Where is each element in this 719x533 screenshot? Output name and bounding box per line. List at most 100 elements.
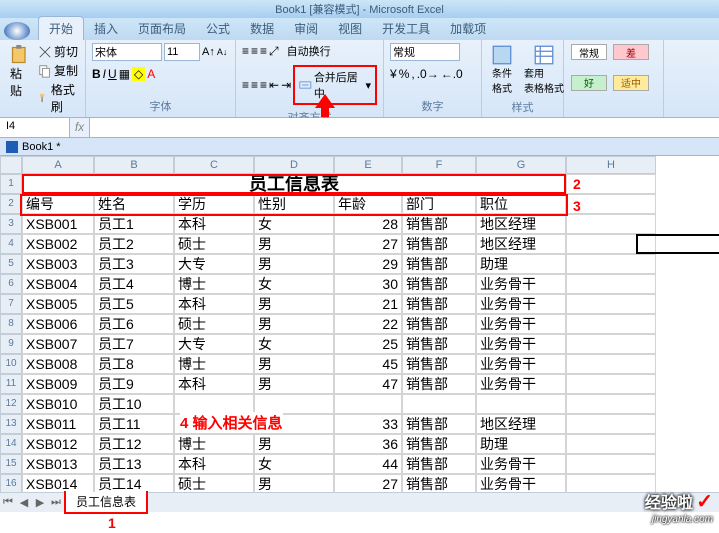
data-cell[interactable]: 25 (334, 334, 402, 354)
data-cell[interactable]: 博士 (174, 354, 254, 374)
data-cell[interactable]: XSB006 (22, 314, 94, 334)
data-cell[interactable]: 员工7 (94, 334, 174, 354)
tab-data[interactable]: 数据 (240, 17, 284, 40)
bold-button[interactable]: B (92, 67, 101, 81)
sheet-nav-last[interactable]: ⏭ (48, 496, 64, 509)
row-header[interactable]: 3 (0, 214, 22, 234)
data-cell[interactable]: 员工10 (94, 394, 174, 414)
row-header[interactable]: 5 (0, 254, 22, 274)
data-cell[interactable]: 男 (254, 354, 334, 374)
data-cell[interactable]: 业务骨干 (476, 314, 566, 334)
data-cell[interactable]: 员工8 (94, 354, 174, 374)
data-cell[interactable]: 本科 (174, 214, 254, 234)
header-cell[interactable]: 部门 (402, 194, 476, 214)
row-header[interactable]: 8 (0, 314, 22, 334)
data-cell[interactable]: 女 (254, 274, 334, 294)
currency-icon[interactable]: ¥ (390, 67, 397, 81)
data-cell[interactable] (566, 354, 656, 374)
data-cell[interactable]: 47 (334, 374, 402, 394)
style-normal[interactable]: 常规 (571, 44, 607, 60)
tab-addins[interactable]: 加载项 (440, 17, 496, 40)
data-cell[interactable]: 博士 (174, 434, 254, 454)
data-cell[interactable]: 员工6 (94, 314, 174, 334)
data-cell[interactable]: XSB011 (22, 414, 94, 434)
data-cell[interactable] (566, 454, 656, 474)
data-cell[interactable]: 员工5 (94, 294, 174, 314)
header-cell[interactable]: 姓名 (94, 194, 174, 214)
data-cell[interactable]: XSB010 (22, 394, 94, 414)
data-cell[interactable]: 男 (254, 474, 334, 492)
style-bad[interactable]: 差 (613, 44, 649, 60)
data-cell[interactable] (174, 394, 254, 414)
data-cell[interactable]: 女 (254, 214, 334, 234)
data-cell[interactable]: 男 (254, 374, 334, 394)
row-header[interactable]: 11 (0, 374, 22, 394)
data-cell[interactable]: 27 (334, 234, 402, 254)
sheet-nav-prev[interactable]: ◀ (16, 496, 32, 509)
select-all-corner[interactable] (0, 156, 22, 174)
comma-icon[interactable]: , (411, 67, 414, 81)
indent-inc-icon[interactable]: ⇥ (281, 78, 291, 92)
data-cell[interactable]: 28 (334, 214, 402, 234)
wrap-text-button[interactable]: 自动换行 (287, 43, 331, 59)
data-cell[interactable]: 销售部 (402, 294, 476, 314)
paste-button[interactable]: 粘贴 (6, 43, 34, 117)
data-cell[interactable]: 硕士 (174, 474, 254, 492)
sheet-nav-first[interactable]: ⏮ (0, 496, 16, 509)
data-cell[interactable] (566, 374, 656, 394)
row-header[interactable]: 16 (0, 474, 22, 492)
data-cell[interactable]: 男 (254, 434, 334, 454)
formula-input[interactable] (90, 118, 719, 137)
style-neutral[interactable]: 适中 (613, 75, 649, 91)
data-cell[interactable]: 27 (334, 474, 402, 492)
col-header[interactable]: D (254, 156, 334, 174)
align-right-icon[interactable]: ≡ (260, 78, 267, 92)
data-cell[interactable]: 大专 (174, 254, 254, 274)
data-cell[interactable]: XSB013 (22, 454, 94, 474)
font-name-input[interactable] (92, 43, 162, 61)
row-header[interactable]: 12 (0, 394, 22, 414)
font-color-button[interactable]: A (147, 67, 155, 81)
data-cell[interactable]: 销售部 (402, 434, 476, 454)
data-cell[interactable] (566, 434, 656, 454)
data-cell[interactable]: XSB008 (22, 354, 94, 374)
orientation-icon[interactable]: ⤢ (269, 44, 279, 59)
row-header[interactable]: 1 (0, 174, 22, 194)
header-cell[interactable]: 编号 (22, 194, 94, 214)
data-cell[interactable] (566, 274, 656, 294)
workbook-tab[interactable]: Book1 * (0, 138, 719, 156)
indent-dec-icon[interactable]: ⇤ (269, 78, 279, 92)
data-cell[interactable]: 销售部 (402, 354, 476, 374)
row-header[interactable]: 7 (0, 294, 22, 314)
data-cell[interactable]: XSB007 (22, 334, 94, 354)
data-cell[interactable]: XSB003 (22, 254, 94, 274)
data-cell[interactable] (566, 474, 656, 492)
data-cell[interactable]: 销售部 (402, 234, 476, 254)
data-cell[interactable] (476, 394, 566, 414)
font-shrink-icon[interactable]: A↓ (217, 47, 228, 57)
row-header[interactable]: 10 (0, 354, 22, 374)
tab-formulas[interactable]: 公式 (196, 17, 240, 40)
underline-button[interactable]: U (108, 67, 117, 81)
data-cell[interactable]: 业务骨干 (476, 374, 566, 394)
data-cell[interactable]: 业务骨干 (476, 354, 566, 374)
data-cell[interactable]: 销售部 (402, 454, 476, 474)
align-mid-icon[interactable]: ≡ (251, 44, 258, 58)
name-box[interactable]: I4 (0, 118, 70, 137)
office-button[interactable] (4, 22, 30, 40)
data-cell[interactable] (566, 214, 656, 234)
font-size-input[interactable] (164, 43, 200, 61)
data-cell[interactable]: 员工2 (94, 234, 174, 254)
col-header[interactable]: C (174, 156, 254, 174)
format-painter-button[interactable]: 格式刷 (38, 81, 79, 115)
header-cell[interactable]: 学历 (174, 194, 254, 214)
data-cell[interactable]: 本科 (174, 374, 254, 394)
data-cell[interactable]: 30 (334, 274, 402, 294)
cut-button[interactable]: 剪切 (38, 43, 79, 60)
col-header[interactable]: F (402, 156, 476, 174)
data-cell[interactable] (566, 334, 656, 354)
data-cell[interactable]: 45 (334, 354, 402, 374)
row-header[interactable]: 13 (0, 414, 22, 434)
data-cell[interactable]: 本科 (174, 294, 254, 314)
row-header[interactable]: 2 (0, 194, 22, 214)
